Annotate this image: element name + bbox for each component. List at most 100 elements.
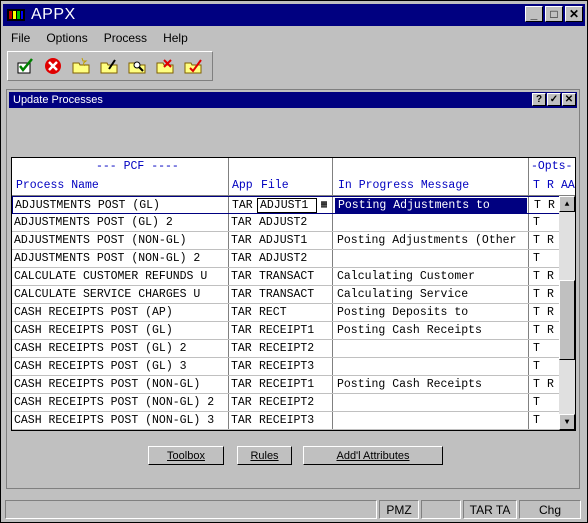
t-option-cell[interactable]: T (533, 396, 540, 409)
table-row[interactable]: CASH RECEIPTS POST (NON-GL) 2 TAR RECEIPT2… (12, 394, 561, 412)
message-cell[interactable]: Posting Cash Receipts (337, 324, 482, 337)
message-cell[interactable]: Posting Adjustments (Other (337, 234, 516, 247)
app-cell[interactable]: TAR (231, 378, 252, 391)
process-name-cell[interactable]: CASH RECEIPTS POST (GL) 2 (14, 342, 187, 355)
scroll-thumb[interactable] (559, 280, 575, 360)
table-row[interactable]: CALCULATE CUSTOMER REFUNDS U TAR TRANSACT C… (12, 268, 561, 286)
t-option-cell[interactable]: T (533, 342, 540, 355)
ok-button[interactable]: ✓ (547, 93, 561, 106)
edit-folder-icon[interactable] (100, 57, 118, 75)
r-option-cell[interactable]: R (547, 378, 554, 391)
process-name-cell[interactable]: CALCULATE SERVICE CHARGES U (14, 288, 200, 301)
help-button[interactable]: ? (532, 93, 546, 106)
t-option-cell[interactable]: T (533, 414, 540, 427)
table-row[interactable]: CASH RECEIPTS POST (NON-GL) TAR RECEIPT1 Po… (12, 376, 561, 394)
file-cell[interactable]: TRANSACT (259, 270, 314, 283)
process-name-cell[interactable]: CASH RECEIPTS POST (GL) (14, 324, 173, 337)
process-name-cell[interactable]: CASH RECEIPTS POST (GL) 3 (14, 360, 187, 373)
t-option-cell[interactable]: T (533, 252, 540, 265)
file-cell[interactable]: RECEIPT2 (259, 396, 314, 409)
file-cell[interactable]: TRANSACT (259, 288, 314, 301)
close-button[interactable]: ✕ (565, 6, 583, 22)
t-option-cell[interactable]: T (534, 199, 541, 212)
scroll-up-icon[interactable]: ▲ (559, 196, 575, 212)
t-option-cell[interactable]: T (533, 324, 540, 337)
menu-options[interactable]: Options (38, 31, 95, 45)
rules-button[interactable]: Rules (237, 446, 292, 465)
process-name-cell[interactable]: CASH RECEIPTS POST (AP) (14, 306, 173, 319)
t-option-cell[interactable]: T (533, 306, 540, 319)
process-name-cell[interactable]: ADJUSTMENTS POST (GL) 2 (14, 216, 173, 229)
table-row[interactable]: CASH RECEIPTS POST (NON-GL) 3 TAR RECEIPT3… (12, 412, 561, 430)
message-cell[interactable]: Calculating Customer (337, 270, 475, 283)
file-cell[interactable]: RECT (259, 306, 287, 319)
app-cell[interactable]: TAR (231, 414, 252, 427)
t-option-cell[interactable]: T (533, 288, 540, 301)
app-cell[interactable]: TAR (231, 306, 252, 319)
file-cell[interactable]: RECEIPT1 (259, 378, 314, 391)
app-cell[interactable]: TAR (231, 270, 252, 283)
table-row[interactable]: ADJUSTMENTS POST (NON-GL) TAR ADJUST1 Posti… (12, 232, 561, 250)
t-option-cell[interactable]: T (533, 360, 540, 373)
message-cell[interactable]: Calculating Service (337, 288, 468, 301)
file-cell[interactable]: ADJUST2 (259, 216, 307, 229)
file-cell[interactable]: RECEIPT3 (259, 360, 314, 373)
attributes-button[interactable]: Add'l Attributes (303, 446, 443, 465)
message-cell[interactable]: Posting Adjustments to (338, 199, 490, 212)
approve-folder-icon[interactable] (184, 57, 202, 75)
table-row[interactable]: CASH RECEIPTS POST (GL) 2 TAR RECEIPT2 T (12, 340, 561, 358)
app-cell[interactable]: TAR (231, 288, 252, 301)
t-option-cell[interactable]: T (533, 234, 540, 247)
message-cell[interactable]: Posting Deposits to (337, 306, 468, 319)
table-row[interactable]: CASH RECEIPTS POST (GL) 3 TAR RECEIPT3 T (12, 358, 561, 376)
app-cell[interactable]: TAR (231, 252, 252, 265)
table-row[interactable]: ADJUSTMENTS POST (GL) 2 TAR ADJUST2 T (12, 214, 561, 232)
menu-process[interactable]: Process (96, 31, 155, 45)
r-option-cell[interactable]: R (548, 199, 555, 212)
r-option-cell[interactable]: R (547, 324, 554, 337)
t-option-cell[interactable]: T (533, 216, 540, 229)
confirm-icon[interactable] (16, 57, 34, 75)
maximize-button[interactable]: □ (545, 6, 563, 22)
scroll-down-icon[interactable]: ▼ (559, 414, 575, 430)
app-cell[interactable]: TAR (231, 396, 252, 409)
message-cell[interactable]: Posting Cash Receipts (337, 378, 482, 391)
r-option-cell[interactable]: R (547, 234, 554, 247)
file-cell[interactable]: ADJUST2 (259, 252, 307, 265)
t-option-cell[interactable]: T (533, 270, 540, 283)
file-cell[interactable]: ADJUST1 (260, 199, 308, 212)
file-cell[interactable]: RECEIPT3 (259, 414, 314, 427)
menu-help[interactable]: Help (155, 31, 196, 45)
process-name-cell[interactable]: ADJUSTMENTS POST (NON-GL) 2 (14, 252, 200, 265)
app-cell[interactable]: TAR (231, 234, 252, 247)
table-row[interactable]: CASH RECEIPTS POST (GL) TAR RECEIPT1 Postin… (12, 322, 561, 340)
process-name-cell[interactable]: CASH RECEIPTS POST (NON-GL) (14, 378, 200, 391)
r-option-cell[interactable]: R (547, 306, 554, 319)
process-name-cell[interactable]: ADJUSTMENTS POST (GL) (15, 199, 160, 212)
r-option-cell[interactable]: R (547, 288, 554, 301)
process-name-cell[interactable]: CASH RECEIPTS POST (NON-GL) 2 (14, 396, 214, 409)
process-name-cell[interactable]: ADJUSTMENTS POST (NON-GL) (14, 234, 187, 247)
file-cell[interactable]: RECEIPT2 (259, 342, 314, 355)
menu-file[interactable]: File (3, 31, 38, 45)
app-cell[interactable]: TAR (231, 216, 252, 229)
delete-folder-icon[interactable] (156, 57, 174, 75)
app-cell[interactable]: TAR (231, 360, 252, 373)
cancel-icon[interactable] (44, 57, 62, 75)
table-row[interactable]: CASH RECEIPTS POST (AP) TAR RECT Posting De… (12, 304, 561, 322)
vertical-scrollbar[interactable]: ▲ ▼ (559, 196, 575, 430)
r-option-cell[interactable]: R (547, 270, 554, 283)
search-folder-icon[interactable] (128, 57, 146, 75)
app-cell[interactable]: TAR (232, 199, 253, 212)
t-option-cell[interactable]: T (533, 378, 540, 391)
table-row[interactable]: ▦ ADJUSTMENTS POST (GL) TAR ADJUST1 Posting … (12, 196, 561, 214)
file-cell[interactable]: ADJUST1 (259, 234, 307, 247)
process-name-cell[interactable]: CASH RECEIPTS POST (NON-GL) 3 (14, 414, 214, 427)
table-row[interactable]: CALCULATE SERVICE CHARGES U TAR TRANSACT Ca… (12, 286, 561, 304)
new-folder-icon[interactable] (72, 57, 90, 75)
app-cell[interactable]: TAR (231, 324, 252, 337)
table-row[interactable]: ADJUSTMENTS POST (NON-GL) 2 TAR ADJUST2 T (12, 250, 561, 268)
lookup-icon[interactable]: ▦ (318, 199, 330, 212)
file-cell[interactable]: RECEIPT1 (259, 324, 314, 337)
process-name-cell[interactable]: CALCULATE CUSTOMER REFUNDS U (14, 270, 207, 283)
